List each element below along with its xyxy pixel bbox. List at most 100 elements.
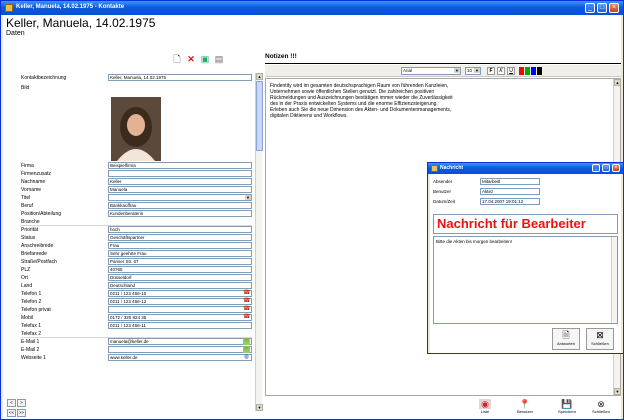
titel-select[interactable]: ▼ [108,194,252,201]
reply-icon: 🗎 [562,330,570,340]
telefax1-field[interactable]: 0211 / 123 456-11 [108,322,252,329]
field-label: Bild [21,85,30,91]
dialog-maximize-button[interactable]: □ [602,164,610,172]
datum-zeit-field[interactable]: 17.04.2007 19:01:12 [480,198,540,205]
field-label: Status [21,235,36,241]
telefon1-field[interactable]: 0211 / 123 456-10 [108,290,252,297]
font-name-select[interactable]: Arial ▼ [401,67,461,75]
font-size-select[interactable]: 10 ▼ [465,67,481,75]
speichern-label: Speichern [557,409,576,414]
dialog-schliessen-button[interactable]: ⊠ Schließen [586,328,614,350]
prioritaet-field[interactable]: hoch [108,226,252,233]
chevron-down-icon[interactable]: ▼ [245,195,251,200]
telefon-privat-field[interactable] [108,306,252,313]
next-record-button[interactable]: > [17,399,26,407]
message-scrollbar[interactable] [611,237,617,323]
webseite1-field[interactable]: www.keller.de [108,354,252,361]
strasse-field[interactable]: Pariser Str. 67 [108,258,252,265]
chevron-down-icon[interactable]: ▼ [474,68,480,73]
benutzer-button[interactable]: 📍 Benutzer [513,399,537,414]
globe-icon[interactable]: ◍ [243,354,250,361]
liste-button[interactable]: ◉ Liste [473,399,497,414]
scroll-up-icon[interactable]: ▲ [614,79,621,86]
land-field[interactable]: Deutschland [108,282,252,289]
position-field[interactable]: Kundenberaterin [108,210,252,217]
anschreibrede-field[interactable]: Frau [108,242,252,249]
email1-field[interactable]: manuela@keller.de [108,338,252,345]
first-record-button[interactable]: << [7,409,16,417]
field-label: Priorität [21,227,39,233]
email2-field[interactable] [108,346,252,353]
underline-button[interactable]: U [507,67,515,75]
phone-icon[interactable]: ☎ [243,314,250,321]
benutzer-field[interactable]: Aktez [480,188,540,195]
dialog-minimize-button[interactable]: _ [592,164,600,172]
schliessen-button[interactable]: ⊗ Schließen [589,399,613,414]
firma-field[interactable]: Beispielfirma [108,162,252,169]
field-label: Telefon 2 [21,299,42,305]
app-icon [5,4,13,12]
color-swatch-green[interactable] [525,67,530,75]
delete-icon[interactable]: ✕ [185,53,197,65]
image-icon[interactable]: ▣ [199,53,211,65]
field-label: Telefax 1 [21,323,42,329]
message-body[interactable]: Bitte die Akten bis morgen bearbeiten! [433,236,618,324]
contact-photo [111,97,161,161]
phone-icon[interactable]: ☎ [243,290,250,297]
title-bar[interactable]: Keller, Manuela, 14.02.1975 - Kontakte _… [1,1,623,15]
maximize-button[interactable]: □ [597,3,607,13]
antworten-button[interactable]: 🗎 Antworten [552,328,580,350]
bold-button[interactable]: F [487,67,495,75]
dialog-close-button[interactable]: × [612,164,620,172]
close-icon: ⊠ [596,330,604,340]
close-window-button[interactable]: × [609,3,619,13]
field-label: Kontaktbezeichnung [21,75,67,81]
field-label: Position/Abteilung [21,211,62,217]
firmenzusatz-field[interactable] [108,170,252,177]
mail-icon [431,165,438,172]
vorname-field[interactable]: Manuela [108,186,252,193]
field-label: Firma [21,163,34,169]
mobil-field[interactable]: 0172 / 320 824 35 [108,314,252,321]
email-icon[interactable]: ✉ [243,346,250,353]
new-document-icon[interactable]: 🗋 [171,53,183,65]
color-swatch-red[interactable] [519,67,524,75]
list-icon[interactable]: ▤ [213,53,225,65]
tab-notizen[interactable]: Notizen !!! [265,53,297,60]
minimize-button[interactable]: _ [585,3,595,13]
telefon2-field[interactable]: 0211 / 123 456-12 [108,298,252,305]
contact-window: Keller, Manuela, 14.02.1975 - Kontakte _… [0,0,624,420]
ort-field[interactable]: Düsseldorf [108,274,252,281]
scroll-down-icon[interactable]: ▼ [614,388,621,395]
status-field[interactable]: Geschäftspartner [108,234,252,241]
dialog-body: Absender Mitarbeitl Benutzer Aktez Datum… [430,174,621,353]
phone-icon[interactable]: ☎ [243,306,250,313]
nachname-field[interactable]: Keller [108,178,252,185]
antworten-label: Antworten [556,341,575,346]
prev-record-button[interactable]: < [7,399,16,407]
beruf-field[interactable]: Bankkauffrau [108,202,252,209]
plz-field[interactable]: 40765 [108,266,252,273]
scroll-down-icon[interactable]: ▼ [256,404,263,411]
scroll-thumb[interactable] [256,81,263,151]
speichern-button[interactable]: 💾 Speichern [555,399,579,414]
color-swatch-black[interactable] [537,67,542,75]
briefanrede-field[interactable]: Sehr geehrte Frau [108,250,252,257]
dialog-title-bar[interactable]: Nachricht _ □ × [428,163,623,174]
field-label: Benutzer [433,189,452,194]
absender-field[interactable]: Mitarbeitl [480,178,540,185]
phone-icon[interactable]: ☎ [243,298,250,305]
section-heading: Daten [6,30,25,37]
color-swatch-blue[interactable] [531,67,536,75]
email-icon[interactable]: ✉ [243,338,250,345]
chevron-down-icon[interactable]: ▼ [454,68,460,73]
notes-text-line: digitalen Diktierens und Workflows. [270,113,348,119]
form-scrollbar[interactable]: ▲ ▼ [255,73,263,411]
scroll-up-icon[interactable]: ▲ [256,73,263,80]
kontaktbezeichnung-field[interactable]: Keller, Manuela, 14.02.1975 [108,74,252,81]
italic-button[interactable]: K [497,67,505,75]
schliessen-label: Schließen [592,409,610,414]
field-label: E-Mail 2 [21,347,40,353]
last-record-button[interactable]: >> [17,409,26,417]
contact-heading: Keller, Manuela, 14.02.1975 [6,16,156,30]
